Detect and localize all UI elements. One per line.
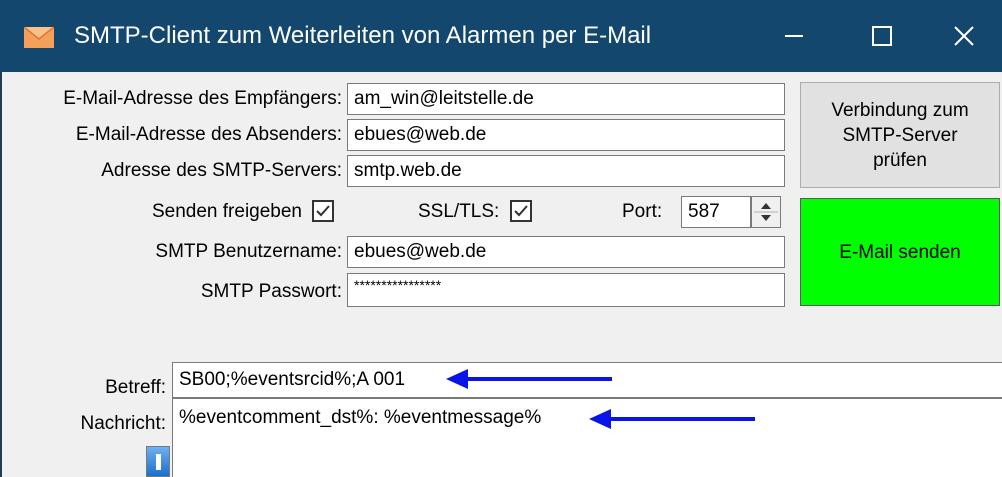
test-connection-line-3: prüfen [873,149,927,171]
send-email-label: E-Mail senden [839,241,961,263]
test-connection-line-1: Verbindung zum [831,99,969,121]
close-button[interactable] [920,0,1002,72]
annotation-arrow-subject [446,369,612,389]
test-connection-line-2: SMTP-Server [842,124,958,146]
checkmark-icon [316,205,330,217]
ssl-tls-label: SSL/TLS: [418,201,500,222]
info-button[interactable] [146,446,170,477]
subject-label: Betreff: [105,377,166,398]
send-enabled-label: Senden freigeben [151,201,302,222]
minimize-button[interactable] [750,0,838,72]
ssl-tls-checkbox[interactable] [510,200,532,222]
message-label: Nachricht: [80,413,166,434]
maximize-button[interactable] [838,0,926,72]
recipient-input[interactable]: am_win@leitstelle.de [347,83,785,115]
username-label: SMTP Benutzername: [155,241,342,262]
minimize-icon [785,35,803,37]
sender-label: E-Mail-Adresse des Absenders: [75,124,342,145]
smtp-server-label: Adresse des SMTP-Servers: [101,160,342,181]
username-input[interactable]: ebues@web.de [347,236,785,268]
port-input[interactable]: 587 [681,196,751,228]
port-label: Port: [622,201,663,222]
send-email-button[interactable]: E-Mail senden [800,198,1000,306]
info-icon [155,453,161,470]
spin-down-icon[interactable] [761,215,771,221]
annotation-arrow-message [589,409,755,429]
title-bar[interactable]: SMTP-Client zum Weiterleiten von Alarmen… [0,0,1002,72]
port-spinner[interactable] [751,196,781,228]
password-input[interactable]: **************** [347,273,785,307]
envelope-icon [23,26,55,48]
send-enabled-checkbox[interactable] [312,200,334,222]
password-label: SMTP Passwort: [200,281,342,302]
spin-up-icon[interactable] [761,203,771,209]
window-title: SMTP-Client zum Weiterleiten von Alarmen… [74,22,652,49]
recipient-label: E-Mail-Adresse des Empfängers: [63,88,342,109]
smtp-server-input[interactable]: smtp.web.de [347,155,785,187]
test-connection-button[interactable]: Verbindung zum SMTP-Server prüfen [800,82,1000,188]
close-icon [954,26,974,46]
checkmark-icon [514,205,528,217]
maximize-icon [872,26,892,46]
sender-input[interactable]: ebues@web.de [347,119,785,151]
